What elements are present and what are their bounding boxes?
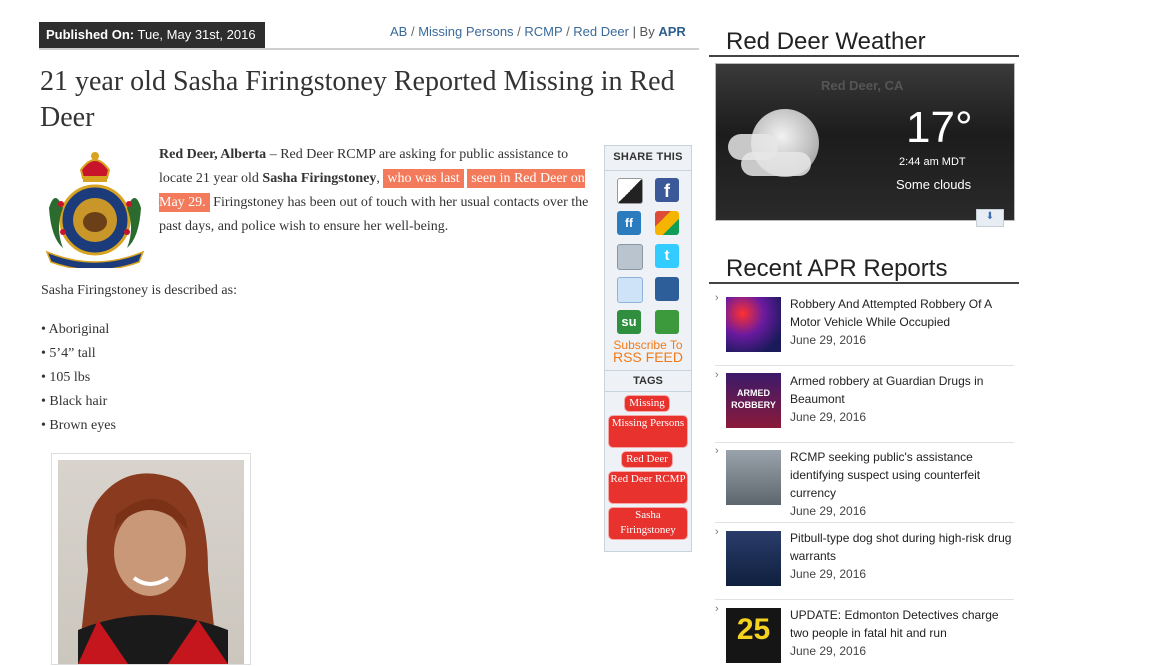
delicious-icon[interactable] xyxy=(617,178,643,204)
report-title[interactable]: Armed robbery at Guardian Drugs in Beaum… xyxy=(790,372,1012,408)
missing-person-photo xyxy=(51,453,251,665)
weather-city: Red Deer, CA xyxy=(821,78,904,93)
facebook-icon[interactable]: f xyxy=(655,178,679,202)
recent-report-item[interactable]: › Robbery And Attempted Robbery Of A Mot… xyxy=(715,292,1014,366)
recent-report-item[interactable]: › ARMED ROBBERY Armed robbery at Guardia… xyxy=(715,369,1014,443)
trait-item: • Black hair xyxy=(41,394,108,409)
published-date-banner: Published On: Tue, May 31st, 2016 xyxy=(39,22,265,48)
trait-item: • 105 lbs xyxy=(41,370,91,385)
rss-label-big: RSS FEED xyxy=(612,349,683,365)
weather-widget[interactable]: Red Deer, CA 17° 2:44 am MDT Some clouds xyxy=(715,63,1015,221)
lead-location: Red Deer, Alberta xyxy=(159,147,267,162)
trait-item: • 5’4” tall xyxy=(41,346,96,361)
crumb-ab[interactable]: AB xyxy=(390,24,407,39)
chevron-right-icon: › xyxy=(715,445,719,457)
published-label: Published On: xyxy=(46,27,135,42)
recent-heading-underline xyxy=(709,282,1019,284)
weather-condition: Some clouds xyxy=(896,177,972,192)
google-icon[interactable] xyxy=(655,211,679,235)
chevron-right-icon: › xyxy=(715,526,719,538)
report-thumbnail[interactable] xyxy=(726,450,781,505)
trait-item: • Aboriginal xyxy=(41,322,110,337)
report-title[interactable]: Pitbull-type dog shot during high-risk d… xyxy=(790,529,1012,565)
report-thumbnail[interactable]: 25 xyxy=(726,608,781,663)
mixx-icon[interactable] xyxy=(617,244,643,270)
report-date: June 29, 2016 xyxy=(790,567,867,581)
report-date: June 29, 2016 xyxy=(790,410,867,424)
report-date: June 29, 2016 xyxy=(790,504,867,518)
by-label: | By xyxy=(632,24,655,39)
header-divider xyxy=(39,48,699,50)
report-title[interactable]: Robbery And Attempted Robbery Of A Motor… xyxy=(790,295,1012,331)
stumbleupon-icon[interactable]: su xyxy=(617,310,641,334)
report-thumbnail[interactable]: ARMED ROBBERY xyxy=(726,373,781,428)
report-date: June 29, 2016 xyxy=(790,644,867,658)
report-title[interactable]: UPDATE: Edmonton Detectives charge two p… xyxy=(790,606,1012,642)
rss-subscribe-link[interactable]: Subscribe To RSS FEED xyxy=(605,339,691,365)
tags-header: TAGS xyxy=(605,370,691,392)
breadcrumb: AB / Missing Persons / RCMP / Red Deer |… xyxy=(390,24,686,39)
lead-person-name: Sasha Firingstoney xyxy=(262,171,377,186)
rcmp-crest-logo xyxy=(45,152,145,268)
tag-red-deer-rcmp[interactable]: Red Deer RCMP xyxy=(609,472,687,503)
chevron-right-icon: › xyxy=(715,369,719,381)
myspace-icon[interactable] xyxy=(655,277,679,301)
share-header: SHARE THIS xyxy=(605,146,691,171)
tag-sasha-firingstoney[interactable]: Sasha Firingstoney xyxy=(609,508,687,539)
twitter-icon[interactable]: t xyxy=(655,244,679,268)
report-thumbnail[interactable] xyxy=(726,297,781,352)
weather-heading-underline xyxy=(709,55,1019,57)
report-date: June 29, 2016 xyxy=(790,333,867,347)
chevron-right-icon: › xyxy=(715,603,719,615)
tag-missing-persons[interactable]: Missing Persons xyxy=(609,416,687,447)
tag-red-deer[interactable]: Red Deer xyxy=(622,452,672,467)
recent-report-item[interactable]: › RCMP seeking public's assistance ident… xyxy=(715,445,1014,523)
crumb-rcmp[interactable]: RCMP xyxy=(524,24,562,39)
crumb-missing-persons[interactable]: Missing Persons xyxy=(418,24,513,39)
trait-item: • Brown eyes xyxy=(41,418,116,433)
portrait-illustration xyxy=(78,473,228,664)
highlighted-text: who was last xyxy=(383,169,464,188)
article-title: 21 year old Sasha Firingstoney Reported … xyxy=(40,66,675,133)
lead-comma: , xyxy=(376,171,380,186)
weather-time: 2:44 am MDT xyxy=(899,156,966,168)
weather-temperature: 17° xyxy=(906,103,973,152)
download-icon[interactable]: ⬇ xyxy=(976,209,1004,227)
traits-list: • Aboriginal • 5’4” tall • 105 lbs • Bla… xyxy=(41,318,116,438)
friendfeed-icon[interactable]: ff xyxy=(617,211,641,235)
crumb-sep: / xyxy=(513,24,525,39)
lead-text: Firingstoney has been out of touch with … xyxy=(159,195,589,234)
recent-report-item[interactable]: › 25 UPDATE: Edmonton Detectives charge … xyxy=(715,603,1014,666)
weather-heading: Red Deer Weather xyxy=(726,28,926,55)
lead-paragraph: Red Deer, Alberta – Red Deer RCMP are as… xyxy=(159,143,589,239)
share-box: SHARE THIS f ff t su Subscribe To RSS FE… xyxy=(604,145,692,552)
recent-report-item[interactable]: › Pitbull-type dog shot during high-risk… xyxy=(715,526,1014,600)
crumb-red-deer[interactable]: Red Deer xyxy=(573,24,629,39)
description-intro: Sasha Firingstoney is described as: xyxy=(41,283,237,298)
crumb-sep: / xyxy=(407,24,419,39)
crumb-sep: / xyxy=(562,24,574,39)
author-link[interactable]: APR xyxy=(658,24,685,39)
published-date: Tue, May 31st, 2016 xyxy=(137,27,256,42)
report-title[interactable]: RCMP seeking public's assistance identif… xyxy=(790,448,1012,502)
tag-missing[interactable]: Missing xyxy=(625,396,669,411)
report-thumbnail[interactable] xyxy=(726,531,781,586)
technorati-icon[interactable] xyxy=(655,310,679,334)
reddit-icon[interactable] xyxy=(617,277,643,303)
chevron-right-icon: › xyxy=(715,292,719,304)
cloud-icon xyxy=(741,152,811,176)
recent-reports-heading: Recent APR Reports xyxy=(726,255,948,282)
